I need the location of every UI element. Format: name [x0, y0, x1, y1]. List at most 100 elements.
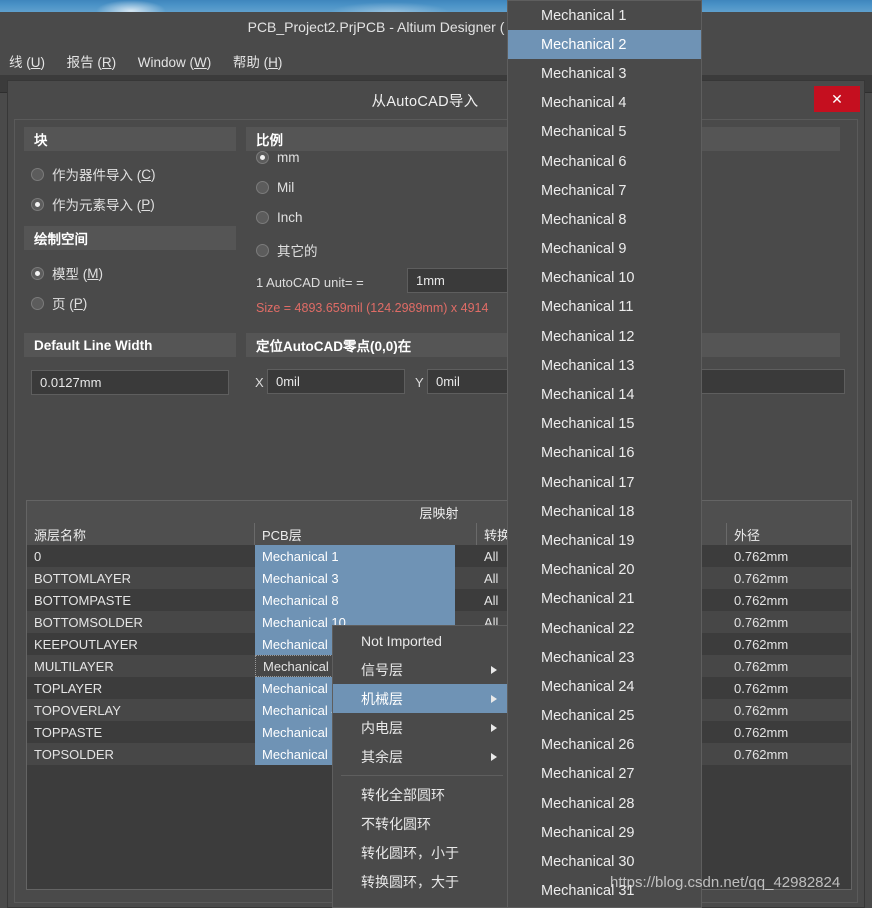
mechanical-layer-label: Mechanical 19	[541, 532, 635, 549]
mechanical-layer-item[interactable]: Mechanical 20	[508, 556, 701, 585]
mechanical-layer-item[interactable]: Mechanical 7	[508, 176, 701, 205]
mechanical-layer-item[interactable]: Mechanical 10	[508, 264, 701, 293]
mechanical-layer-item[interactable]: Mechanical 4	[508, 89, 701, 118]
menu-item-wire[interactable]: 线 (U)	[0, 45, 54, 77]
group-header-origin: 定位AutoCAD零点(0,0)在	[246, 333, 536, 357]
radio-dot	[31, 197, 44, 211]
mechanical-layer-label: Mechanical 3	[541, 65, 627, 82]
context-menu-item[interactable]: 转化圆环，小于	[333, 838, 511, 867]
column-header-outer-diameter[interactable]: 外径	[727, 523, 851, 545]
desktop-wallpaper	[0, 0, 872, 12]
mechanical-layer-item[interactable]: Mechanical 29	[508, 818, 701, 847]
app-title: PCB_Project2.PrjPCB - Altium Designer (	[247, 19, 505, 35]
cell-outer-diameter: 0.762mm	[734, 570, 789, 586]
watermark: https://blog.csdn.net/qq_42982824	[610, 874, 841, 891]
mechanical-layer-item[interactable]: Mechanical 26	[508, 731, 701, 760]
mechanical-layer-label: Mechanical 15	[541, 416, 635, 433]
radio-import-as-component[interactable]: 作为器件导入 (C)	[31, 164, 156, 184]
context-menu-item[interactable]: 不转化圆环	[333, 809, 511, 838]
mechanical-layer-item[interactable]: Mechanical 14	[508, 380, 701, 409]
mechanical-layer-label: Mechanical 26	[541, 737, 635, 754]
cell-source-layer: TOPOVERLAY	[34, 702, 121, 718]
mechanical-layer-item[interactable]: Mechanical 8	[508, 205, 701, 234]
cell-pcb-layer[interactable]: Mechanical 3	[255, 567, 455, 589]
mechanical-layer-item[interactable]: Mechanical 18	[508, 497, 701, 526]
radio-page[interactable]: 页 (P)	[31, 293, 87, 313]
mechanical-layer-item[interactable]: Mechanical 21	[508, 585, 701, 614]
mechanical-layer-submenu[interactable]: Mechanical 1 Mechanical 2 Mechanical 3 Mech…	[507, 0, 702, 908]
dialog-titlebar: 从AutoCAD导入 ✕	[8, 81, 864, 117]
context-menu-item-label: 转化全部圆环	[361, 786, 445, 803]
radio-unit-mm[interactable]: mm	[256, 150, 300, 165]
mechanical-layer-label: Mechanical 11	[541, 299, 634, 316]
mechanical-layer-item[interactable]: Mechanical 1	[508, 1, 701, 30]
column-header-source-layer[interactable]: 源层名称	[27, 523, 255, 545]
chevron-right-icon	[491, 752, 497, 761]
autocad-unit-label: 1 AutoCAD unit= =	[256, 275, 364, 290]
context-menu-item[interactable]: 内电层	[333, 713, 511, 742]
cell-pcb-layer[interactable]: Mechanical 1	[255, 545, 455, 567]
mechanical-layer-item[interactable]: Mechanical 24	[508, 672, 701, 701]
mechanical-layer-label: Mechanical 9	[541, 241, 627, 258]
column-header-pcb-layer[interactable]: PCB层	[255, 523, 477, 545]
mechanical-layer-label: Mechanical 14	[541, 387, 635, 404]
mechanical-layer-item[interactable]: Mechanical 27	[508, 760, 701, 789]
radio-dot	[31, 296, 44, 310]
radio-unit-inch[interactable]: Inch	[256, 210, 303, 225]
group-header-block: 块	[24, 127, 236, 151]
radio-dot	[31, 266, 44, 280]
mechanical-layer-item[interactable]: Mechanical 23	[508, 643, 701, 672]
radio-model[interactable]: 模型 (M)	[31, 263, 103, 283]
dialog-title: 从AutoCAD导入	[371, 94, 479, 110]
mechanical-layer-label: Mechanical 29	[541, 824, 635, 841]
mechanical-layer-label: Mechanical 12	[541, 328, 635, 345]
mechanical-layer-item[interactable]: Mechanical 30	[508, 847, 701, 876]
context-menu-item[interactable]: 转换圆环，大于	[333, 867, 511, 896]
mechanical-layer-item[interactable]: Mechanical 12	[508, 322, 701, 351]
context-menu-item[interactable]: 其余层	[333, 742, 511, 771]
mechanical-layer-item[interactable]: Mechanical 17	[508, 468, 701, 497]
mechanical-layer-item[interactable]: Mechanical 3	[508, 59, 701, 88]
menu-item-help[interactable]: 帮助 (H)	[224, 45, 292, 77]
context-menu-item[interactable]: 机械层	[333, 684, 511, 713]
context-menu-item-label: 转化圆环，小于	[361, 844, 459, 861]
mechanical-layer-item[interactable]: Mechanical 11	[508, 293, 701, 322]
mechanical-layer-item[interactable]: Mechanical 9	[508, 235, 701, 264]
close-icon[interactable]: ✕	[814, 86, 860, 112]
cell-source-layer: TOPPASTE	[34, 724, 103, 740]
table-row[interactable]: BOTTOMLAYER Mechanical 3 All 0.762mm	[27, 567, 851, 589]
radio-import-as-primitive[interactable]: 作为元素导入 (P)	[31, 194, 155, 214]
mechanical-layer-item[interactable]: Mechanical 28	[508, 789, 701, 818]
cell-source-layer: BOTTOMLAYER	[34, 570, 132, 586]
mechanical-layer-item[interactable]: Mechanical 16	[508, 439, 701, 468]
context-menu-item[interactable]: 转化全部圆环	[333, 780, 511, 809]
table-row[interactable]: BOTTOMPASTE Mechanical 8 All 0.762mm	[27, 589, 851, 611]
context-menu-item-label: 内电层	[361, 719, 403, 736]
context-menu-item[interactable]: Not Imported	[333, 626, 511, 655]
mechanical-layer-item[interactable]: Mechanical 2	[508, 30, 701, 60]
cell-pcb-layer[interactable]: Mechanical 8	[255, 589, 455, 611]
menu-item-report[interactable]: 报告 (R)	[58, 45, 126, 77]
mechanical-layer-item[interactable]: Mechanical 19	[508, 526, 701, 555]
context-menu-item-label: 转换圆环，大于	[361, 873, 459, 890]
radio-dot	[256, 243, 269, 257]
table-row[interactable]: 0 Mechanical 1 All 0.762mm	[27, 545, 851, 567]
mechanical-layer-item[interactable]: Mechanical 25	[508, 702, 701, 731]
radio-unit-mil[interactable]: Mil	[256, 180, 294, 195]
radio-unit-other[interactable]: 其它的	[256, 240, 318, 260]
default-line-width-input[interactable]: 0.0127mm	[31, 370, 229, 395]
origin-x-input[interactable]: 0mil	[267, 369, 405, 394]
mechanical-layer-item[interactable]: Mechanical 22	[508, 614, 701, 643]
menu-bar: 线 (U) 报告 (R) Window (W) 帮助 (H)	[0, 45, 872, 76]
menu-item-window[interactable]: Window (W)	[129, 49, 221, 76]
mechanical-layer-item[interactable]: Mechanical 15	[508, 410, 701, 439]
mechanical-layer-item[interactable]: Mechanical 6	[508, 147, 701, 176]
mechanical-layer-label: Mechanical 17	[541, 474, 635, 491]
mechanical-layer-label: Mechanical 28	[541, 795, 635, 812]
mechanical-layer-item[interactable]: Mechanical 13	[508, 351, 701, 380]
context-menu-item-label: Not Imported	[361, 632, 442, 649]
mechanical-layer-item[interactable]: Mechanical 5	[508, 118, 701, 147]
layer-context-menu[interactable]: Not Imported 信号层 机械层内电层其余层转化全部圆环不转化圆环转化圆环，…	[332, 625, 512, 908]
mechanical-layer-label: Mechanical 6	[541, 153, 627, 170]
context-menu-item[interactable]: 信号层	[333, 655, 511, 684]
